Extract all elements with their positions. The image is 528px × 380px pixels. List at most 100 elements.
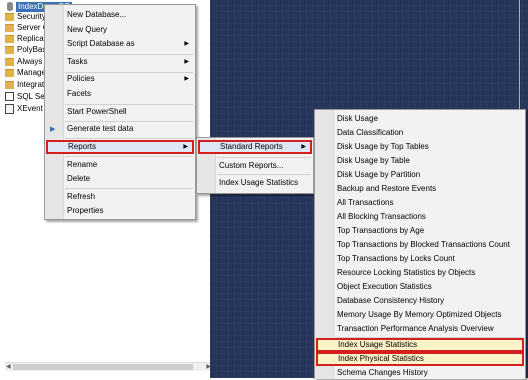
menu-item-tasks[interactable]: Tasks ▶ — [45, 55, 195, 69]
menu-item-label: Rename — [67, 160, 98, 169]
folder-icon — [5, 45, 14, 54]
menu-item-label: New Query — [67, 25, 108, 34]
menu-item-label: Start PowerShell — [67, 107, 127, 116]
tree-item-integration[interactable]: Integrat — [5, 79, 44, 90]
folder-icon — [5, 57, 14, 66]
tree-item-label: Replicat — [17, 34, 46, 43]
report-disk-usage[interactable]: Disk Usage — [315, 112, 525, 126]
menu-item-new-database[interactable]: New Database... — [45, 8, 195, 22]
report-resource-locking-statistics[interactable]: Resource Locking Statistics by Objects — [315, 266, 525, 280]
tree-item-label: Integrat — [17, 80, 45, 89]
report-disk-usage-by-top-tables[interactable]: Disk Usage by Top Tables — [315, 140, 525, 154]
report-memory-usage-by-memory-optimized-objects[interactable]: Memory Usage By Memory Optimized Objects — [315, 308, 525, 322]
menu-item-label: Disk Usage by Partition — [337, 170, 421, 179]
menu-item-standard-reports[interactable]: Standard Reports ▶ — [198, 140, 312, 154]
menu-item-delete[interactable]: Delete — [45, 172, 195, 186]
menu-item-reports[interactable]: Reports ▶ — [46, 140, 194, 154]
submenu-arrow-icon: ▶ — [183, 144, 188, 150]
xevent-profiler-icon — [5, 103, 14, 114]
menu-separator — [65, 188, 193, 189]
menu-item-label: Data Classification — [337, 128, 404, 137]
menu-item-label: Facets — [67, 89, 92, 98]
report-index-usage-statistics[interactable]: Index Usage Statistics — [316, 338, 524, 352]
menu-item-refresh[interactable]: Refresh — [45, 190, 195, 204]
report-data-classification[interactable]: Data Classification — [315, 126, 525, 140]
report-object-execution-statistics[interactable]: Object Execution Statistics — [315, 280, 525, 294]
submenu-arrow-icon: ▶ — [184, 41, 189, 47]
folder-icon — [5, 23, 14, 32]
menu-item-label: Refresh — [67, 192, 96, 201]
reports-submenu: Standard Reports ▶ Custom Reports... Inde… — [196, 137, 314, 194]
menu-item-policies[interactable]: Policies ▶ — [45, 72, 195, 86]
menu-item-label: Object Execution Statistics — [337, 282, 432, 291]
report-database-consistency-history[interactable]: Database Consistency History — [315, 294, 525, 308]
tree-item-sql-server-agent[interactable]: SQL Ser — [5, 91, 47, 102]
menu-item-facets[interactable]: Facets — [45, 87, 195, 101]
menu-item-label: Index Usage Statistics — [219, 178, 299, 187]
report-index-physical-statistics[interactable]: Index Physical Statistics — [316, 352, 524, 366]
menu-item-label: New Database... — [67, 10, 127, 19]
tree-item-label: Manage — [17, 68, 46, 77]
report-all-blocking-transactions[interactable]: All Blocking Transactions — [315, 210, 525, 224]
menu-item-label: Disk Usage — [337, 114, 378, 123]
menu-item-label: Policies — [67, 74, 95, 83]
tree-item-label: PolyBas — [17, 45, 47, 54]
menu-item-label: All Blocking Transactions — [337, 212, 426, 221]
menu-item-custom-reports[interactable]: Custom Reports... — [197, 159, 313, 173]
menu-item-label: All Transactions — [337, 198, 394, 207]
menu-separator — [65, 156, 193, 157]
menu-item-label: Top Transactions by Age — [337, 226, 425, 235]
report-all-transactions[interactable]: All Transactions — [315, 196, 525, 210]
folder-icon — [5, 34, 14, 43]
menu-item-label: Schema Changes History — [337, 368, 428, 377]
tree-item-management[interactable]: Manage — [5, 67, 46, 78]
menu-item-generate-test-data[interactable]: Generate test data — [45, 122, 195, 136]
tree-item-security[interactable]: Security — [5, 11, 46, 22]
submenu-arrow-icon: ▶ — [184, 76, 189, 82]
menu-item-new-query[interactable]: New Query — [45, 23, 195, 37]
menu-item-index-usage-statistics[interactable]: Index Usage Statistics — [197, 176, 313, 190]
menu-item-label: Custom Reports... — [219, 161, 284, 170]
menu-item-label: Index Usage Statistics — [338, 340, 418, 349]
menu-item-label: Delete — [67, 174, 91, 183]
submenu-arrow-icon: ▶ — [301, 144, 306, 150]
scrollbar-thumb[interactable] — [13, 364, 193, 370]
scroll-left-icon[interactable]: ◀ — [6, 363, 11, 371]
tree-item-server-objects[interactable]: Server O — [5, 22, 49, 33]
report-transaction-performance-analysis[interactable]: Transaction Performance Analysis Overvie… — [315, 322, 525, 336]
horizontal-scrollbar[interactable]: ◀ ▶ — [5, 362, 212, 371]
menu-item-label: Generate test data — [67, 124, 134, 133]
folder-icon — [5, 12, 14, 21]
menu-separator — [217, 157, 311, 158]
report-disk-usage-by-partition[interactable]: Disk Usage by Partition — [315, 168, 525, 182]
tree-item-label: Always ( — [17, 57, 48, 66]
menu-item-label: Backup and Restore Events — [337, 184, 437, 193]
folder-icon — [5, 68, 14, 77]
menu-item-start-powershell[interactable]: Start PowerShell — [45, 105, 195, 119]
folder-icon — [5, 80, 14, 89]
database-context-menu: New Database... New Query Script Databas… — [44, 4, 196, 220]
menu-separator — [217, 174, 311, 175]
menu-item-label: Disk Usage by Top Tables — [337, 142, 429, 151]
menu-item-label: Reports — [68, 142, 97, 151]
menu-item-label: Transaction Performance Analysis Overvie… — [337, 324, 494, 333]
submenu-arrow-icon: ▶ — [184, 59, 189, 65]
tree-item-replication[interactable]: Replicat — [5, 33, 46, 44]
menu-item-label: Index Physical Statistics — [338, 354, 424, 363]
report-top-transactions-by-locks-count[interactable]: Top Transactions by Locks Count — [315, 252, 525, 266]
report-top-transactions-by-age[interactable]: Top Transactions by Age — [315, 224, 525, 238]
tree-item-polybase[interactable]: PolyBas — [5, 44, 46, 55]
tree-item-label: SQL Ser — [17, 92, 48, 101]
report-disk-usage-by-table[interactable]: Disk Usage by Table — [315, 154, 525, 168]
menu-item-label: Script Database as — [67, 39, 135, 48]
menu-item-script-database-as[interactable]: Script Database as ▶ — [45, 37, 195, 51]
menu-item-rename[interactable]: Rename — [45, 158, 195, 172]
menu-item-label: Properties — [67, 206, 104, 215]
tree-item-always-on[interactable]: Always ( — [5, 56, 47, 67]
menu-item-properties[interactable]: Properties — [45, 204, 195, 218]
menu-item-label: Top Transactions by Blocked Transactions… — [337, 240, 510, 249]
report-top-transactions-by-blocked-count[interactable]: Top Transactions by Blocked Transactions… — [315, 238, 525, 252]
report-backup-and-restore-events[interactable]: Backup and Restore Events — [315, 182, 525, 196]
sql-agent-icon — [5, 92, 14, 101]
menu-item-label: Resource Locking Statistics by Objects — [337, 268, 476, 277]
